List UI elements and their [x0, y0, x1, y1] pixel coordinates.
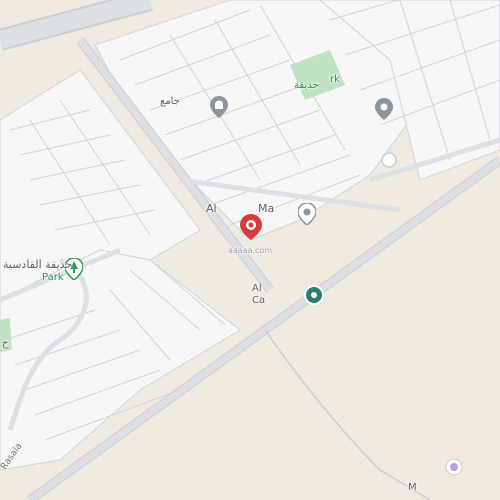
teal-pin[interactable] [304, 285, 324, 309]
left-edge-label: ح [2, 338, 9, 349]
place-pin-icon [375, 98, 393, 120]
park-top-label-ar: حديقة [294, 80, 319, 91]
place-label-al: Al [206, 202, 217, 215]
location-pin-icon [240, 214, 262, 240]
place-pin-icon [304, 285, 324, 305]
place-pin-icon [445, 458, 463, 476]
teal-pin-label-ca: Ca [252, 295, 266, 306]
red-pin-caption: aaaaa.com [228, 246, 273, 255]
red-location-pin[interactable] [240, 214, 262, 244]
purple-pin[interactable] [445, 458, 463, 480]
park-label-en: Park [42, 272, 64, 283]
gray-pin-center[interactable] [297, 202, 317, 229]
bottom-right-label: M [408, 482, 417, 493]
mosque-label: جامع [160, 96, 180, 107]
gray-pin-top[interactable] [375, 98, 393, 124]
park-label-ar: حديقة القادسية [3, 258, 73, 271]
place-pin-icon [381, 152, 397, 168]
park-top-label-en: rk [330, 74, 340, 85]
place-label-ma: Ma [258, 202, 275, 215]
mosque-pin-icon [210, 96, 228, 118]
place-pin-icon [297, 202, 317, 226]
mosque-pin[interactable] [210, 96, 228, 122]
teal-pin-label-al: Al [252, 283, 262, 294]
gray-pin-small[interactable] [381, 152, 397, 172]
